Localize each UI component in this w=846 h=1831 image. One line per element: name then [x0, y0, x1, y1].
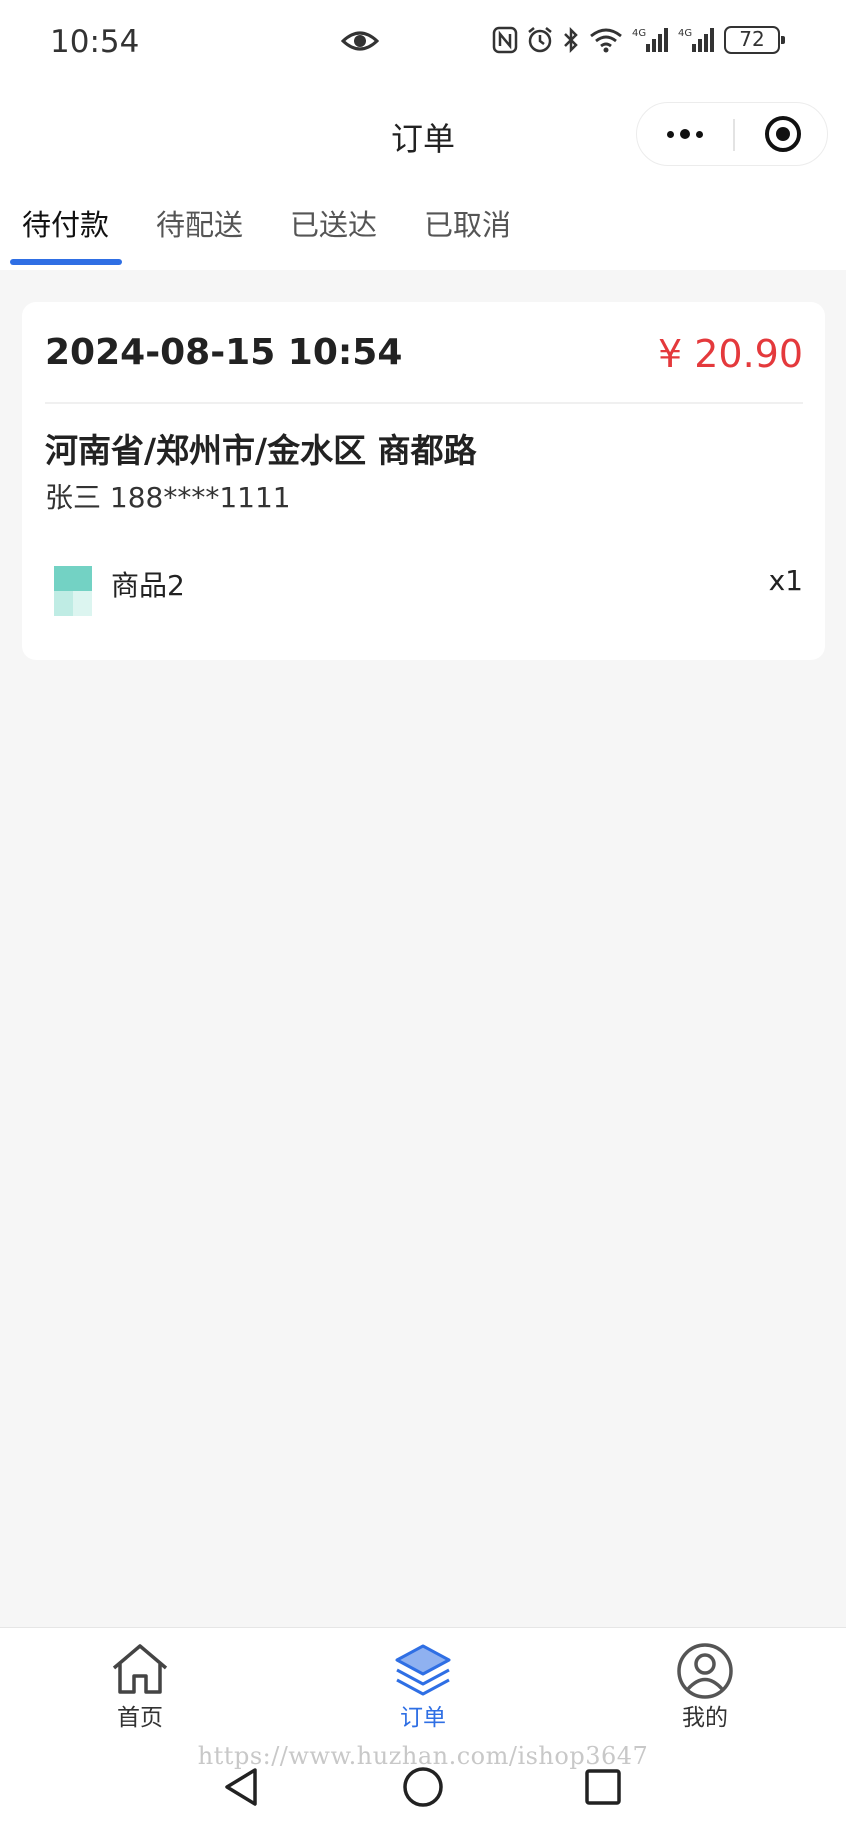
- back-icon[interactable]: [222, 1766, 260, 1808]
- order-price: ¥ 20.90: [657, 332, 803, 376]
- close-target-icon[interactable]: [765, 116, 801, 152]
- order-address: 河南省/郑州市/金水区 商都路: [45, 431, 477, 470]
- miniapp-capsule: [636, 102, 828, 166]
- nfc-icon: [492, 26, 518, 54]
- battery-icon: 72: [724, 26, 785, 54]
- bottom-tabbar: 首页 订单 我的: [0, 1627, 846, 1741]
- recents-square-icon[interactable]: [584, 1766, 622, 1808]
- active-tab-indicator: [10, 259, 122, 265]
- card-divider: [45, 402, 803, 404]
- wifi-icon: [590, 28, 622, 53]
- order-status-tabs: 待付款 待配送 已送达 已取消: [0, 180, 846, 270]
- tab-pending-payment[interactable]: 待付款: [22, 202, 109, 244]
- order-card[interactable]: 2024-08-15 10:54 ¥ 20.90 河南省/郑州市/金水区 商都路…: [22, 302, 825, 660]
- tabbar-profile[interactable]: 我的: [625, 1628, 785, 1740]
- tab-pending-delivery[interactable]: 待配送: [156, 202, 243, 244]
- alarm-icon: [528, 27, 552, 53]
- capsule-divider: [733, 119, 735, 151]
- tabbar-label: 订单: [400, 1705, 446, 1731]
- svg-text:4G: 4G: [678, 28, 692, 39]
- order-time: 2024-08-15 10:54: [45, 332, 403, 373]
- tabbar-home[interactable]: 首页: [60, 1628, 220, 1740]
- more-icon[interactable]: [637, 103, 733, 165]
- tabbar-orders[interactable]: 订单: [343, 1628, 503, 1740]
- home-icon: [112, 1644, 168, 1694]
- user-icon: [677, 1643, 733, 1699]
- bluetooth-icon: [564, 26, 578, 54]
- signal-4g-icon: 4G: [632, 28, 668, 52]
- tabbar-label: 我的: [682, 1705, 728, 1731]
- product-name: 商品2: [111, 569, 185, 602]
- tabbar-label: 首页: [117, 1705, 163, 1731]
- status-time: 10:54: [50, 24, 140, 60]
- product-thumbnail: [54, 566, 92, 616]
- order-contact: 张三 188****1111: [45, 481, 291, 514]
- svg-text:4G: 4G: [632, 28, 646, 39]
- status-icons: 4G 4G 72: [492, 26, 785, 54]
- tab-delivered[interactable]: 已送达: [290, 202, 377, 244]
- nav-bar: 订单: [0, 88, 846, 180]
- layers-icon: [395, 1644, 451, 1696]
- signal-4g-icon: 4G: [678, 28, 714, 52]
- eye-icon: [341, 31, 379, 51]
- product-quantity: x1: [768, 564, 803, 597]
- home-circle-icon[interactable]: [402, 1766, 444, 1808]
- tab-cancelled[interactable]: 已取消: [424, 202, 511, 244]
- status-bar: 10:54 4G 4G 72: [0, 0, 846, 88]
